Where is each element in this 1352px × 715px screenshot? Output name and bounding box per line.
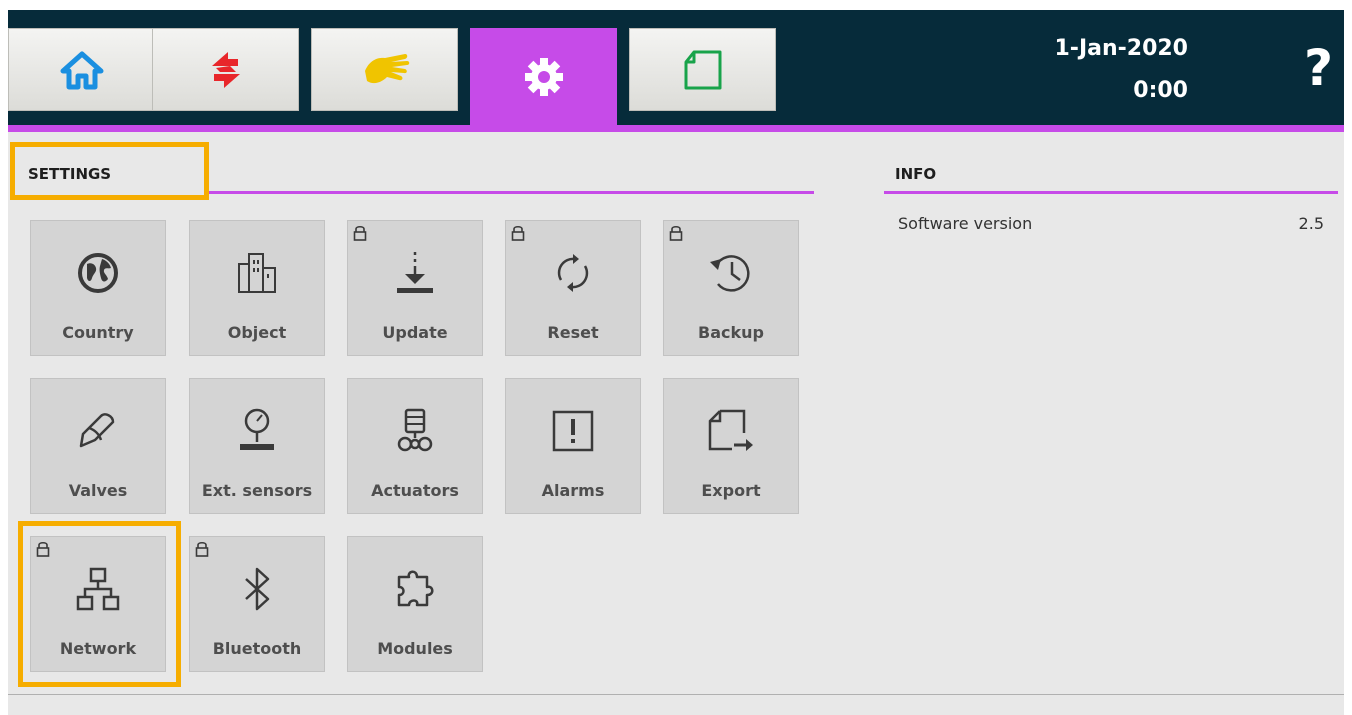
tile-export[interactable]: Export — [663, 378, 799, 514]
tab-manual[interactable] — [311, 28, 458, 111]
document-icon — [684, 50, 721, 89]
settings-title-highlight — [10, 142, 209, 200]
tile-actuators[interactable]: Actuators — [347, 378, 483, 514]
home-icon — [60, 51, 103, 89]
lock-icon — [195, 541, 209, 557]
alarm-icon — [552, 410, 594, 452]
lock-icon — [511, 225, 525, 241]
help-button[interactable]: ? — [1304, 40, 1333, 96]
tile-label: Object — [227, 323, 287, 342]
tile-bluetooth[interactable]: Bluetooth — [189, 536, 325, 672]
tile-update[interactable]: Update — [347, 220, 483, 356]
valve-icon — [79, 413, 115, 448]
tab-settings[interactable] — [470, 28, 617, 125]
software-version-value: 2.5 — [1298, 214, 1324, 233]
actuator-icon — [397, 408, 433, 452]
tile-object[interactable]: Object — [189, 220, 325, 356]
tile-label: Ext. sensors — [201, 481, 313, 500]
buildings-icon — [238, 253, 276, 293]
bluetooth-icon — [245, 567, 270, 611]
tile-valves[interactable]: Valves — [30, 378, 166, 514]
lock-icon — [669, 225, 683, 241]
globe-icon — [78, 253, 118, 293]
software-version-label: Software version — [898, 214, 1033, 233]
tile-label: Actuators — [371, 481, 459, 500]
tile-label: Reset — [547, 323, 599, 342]
settings-underline — [209, 191, 814, 194]
hand-icon — [364, 53, 409, 83]
download-icon — [397, 252, 433, 293]
tab-sync[interactable] — [152, 28, 299, 111]
sync-arrows-icon — [211, 51, 240, 88]
time-display: 0:00 — [1133, 78, 1188, 103]
info-title: INFO — [895, 165, 937, 183]
tile-label: Update — [382, 323, 448, 342]
top-bar: 1-Jan-2020 0:00 ? — [8, 10, 1344, 125]
export-icon — [708, 409, 753, 451]
network-tile-highlight — [18, 521, 181, 687]
tile-label: Bluetooth — [212, 639, 302, 658]
puzzle-icon — [397, 570, 434, 607]
gauge-icon — [240, 408, 274, 450]
tile-ext-sensors[interactable]: Ext. sensors — [189, 378, 325, 514]
tile-label: Modules — [377, 639, 453, 658]
header-accent-line — [8, 125, 1344, 132]
tab-documents[interactable] — [629, 28, 776, 111]
tab-home[interactable] — [8, 28, 155, 111]
tile-label: Country — [62, 323, 134, 342]
bottom-divider — [8, 694, 1344, 695]
tile-country[interactable]: Country — [30, 220, 166, 356]
date-display: 1-Jan-2020 — [1054, 36, 1189, 61]
refresh-icon — [557, 254, 589, 292]
tile-alarms[interactable]: Alarms — [505, 378, 641, 514]
lock-icon — [353, 225, 367, 241]
app-screen: 1-Jan-2020 0:00 ? SETTINGS Country Objec… — [8, 10, 1344, 715]
info-underline — [884, 191, 1338, 194]
tile-backup[interactable]: Backup — [663, 220, 799, 356]
tile-label: Export — [701, 481, 761, 500]
gear-icon — [524, 57, 563, 96]
tile-label: Alarms — [541, 481, 605, 500]
tile-reset[interactable]: Reset — [505, 220, 641, 356]
tile-label: Backup — [698, 323, 764, 342]
history-icon — [710, 255, 750, 292]
tile-modules[interactable]: Modules — [347, 536, 483, 672]
tile-label: Valves — [68, 481, 128, 500]
